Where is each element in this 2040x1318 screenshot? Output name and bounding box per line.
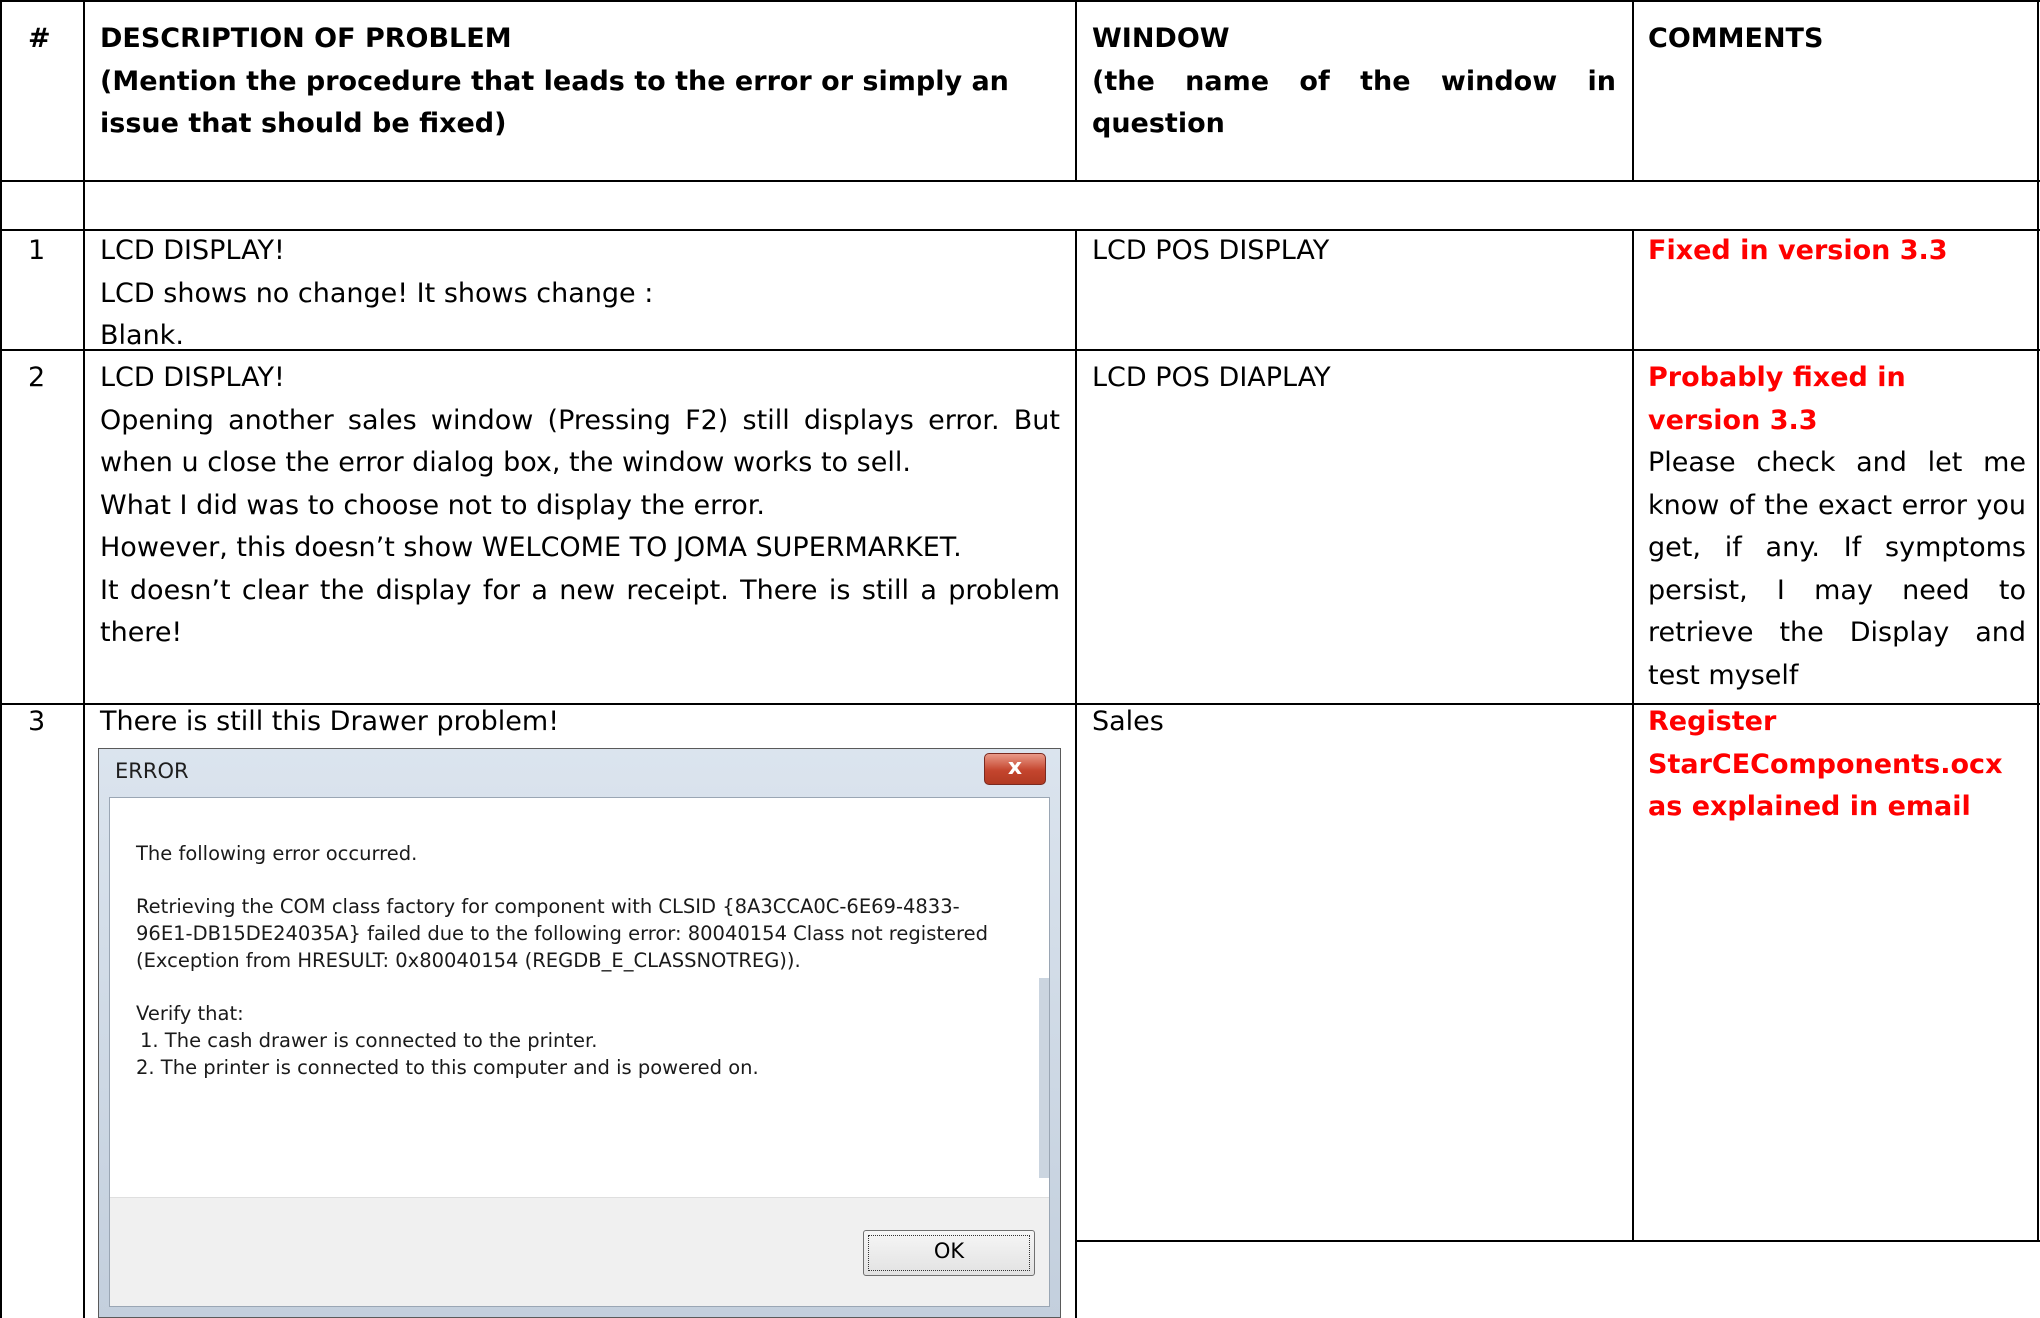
dialog-verify: Verify that:	[136, 1002, 244, 1025]
dialog-item1: 1. The cash drawer is connected to the p…	[140, 1029, 598, 1052]
col2-divider-header	[1075, 0, 1077, 181]
dialog-item2: 2. The printer is connected to this comp…	[136, 1056, 759, 1079]
header-description-sub: (Mention the procedure that leads to the…	[100, 65, 1009, 140]
row3-window: Sales	[1092, 706, 1164, 737]
dialog-footer: OK	[110, 1197, 1049, 1306]
row3-description: There is still this Drawer problem!	[100, 706, 560, 737]
col2-divider	[1075, 229, 1077, 1318]
close-icon[interactable]: x	[984, 753, 1046, 785]
row1-desc-line3: Blank.	[100, 320, 184, 351]
dialog-message: The following error occurred. Retrieving…	[136, 840, 1016, 1081]
dialog-client-area: The following error occurred. Retrieving…	[109, 797, 1050, 1307]
row2-comment-text: Please check and let me know of the exac…	[1648, 447, 2026, 691]
row3-comment: Register StarCEComponents.ocx as explain…	[1648, 706, 2003, 822]
ok-button[interactable]: OK	[863, 1230, 1035, 1276]
header-window-title: WINDOW	[1092, 23, 1230, 54]
table-border-right	[2037, 0, 2039, 1242]
table-border-left	[0, 0, 2, 1318]
dialog-line2: Retrieving the COM class factory for com…	[136, 895, 988, 972]
col3-divider-header	[1632, 0, 1634, 181]
dialog-title: ERROR	[115, 759, 189, 783]
dialog-scrollbar	[1039, 978, 1049, 1178]
row2-desc-line4: However, this doesn’t show WELCOME TO JO…	[100, 532, 962, 563]
table-border-top	[0, 0, 2040, 2]
row1-desc-line2: LCD shows no change! It shows change :	[100, 277, 654, 309]
row1-desc-line1: LCD DISPLAY!	[100, 235, 285, 266]
header-description: DESCRIPTION OF PROBLEM (Mention the proc…	[100, 18, 1062, 146]
ok-button-focus-ring	[868, 1235, 1030, 1271]
header-bottom-line	[0, 180, 2040, 182]
row2-desc-line2: Opening another sales window (Pressing F…	[100, 404, 1060, 479]
dialog-titlebar: ERROR x	[99, 749, 1060, 795]
col3-divider	[1632, 229, 1634, 1242]
header-num: #	[28, 23, 51, 54]
error-dialog-screenshot: ERROR x The following error occurred. Re…	[98, 748, 1061, 1318]
row2-desc-line3: What I did was to choose not to display …	[100, 489, 765, 521]
row2-comment: Probably fixed in version 3.3 Please che…	[1648, 357, 2026, 697]
row1-num: 1	[28, 235, 46, 266]
row2-window: LCD POS DIAPLAY	[1092, 362, 1331, 393]
comment-cell-bottom-line	[1634, 1240, 2040, 1242]
header-window-sub: (the name of the window in question	[1092, 65, 1616, 140]
row1-comment: Fixed in version 3.3	[1648, 235, 1948, 266]
col1-divider	[83, 0, 85, 1318]
window-cell-bottom-line	[1075, 1240, 1634, 1242]
row1-window: LCD POS DISPLAY	[1092, 235, 1330, 266]
header-window: WINDOW (the name of the window in questi…	[1092, 18, 1616, 146]
row2-desc-line1: LCD DISPLAY!	[100, 362, 285, 393]
row2-num: 2	[28, 362, 46, 393]
dialog-line1: The following error occurred.	[136, 842, 418, 865]
row2-comment-red: Probably fixed in version 3.3	[1648, 362, 1906, 436]
header-comments: COMMENTS	[1648, 23, 1824, 54]
row1-description: LCD DISPLAY! LCD shows no change! It sho…	[100, 230, 1062, 358]
row2-desc-line5: It doesn’t clear the display for a new r…	[100, 574, 1060, 649]
row3-num: 3	[28, 706, 46, 737]
row2-description: LCD DISPLAY! Opening another sales windo…	[100, 357, 1060, 655]
header-description-title: DESCRIPTION OF PROBLEM	[100, 23, 512, 54]
